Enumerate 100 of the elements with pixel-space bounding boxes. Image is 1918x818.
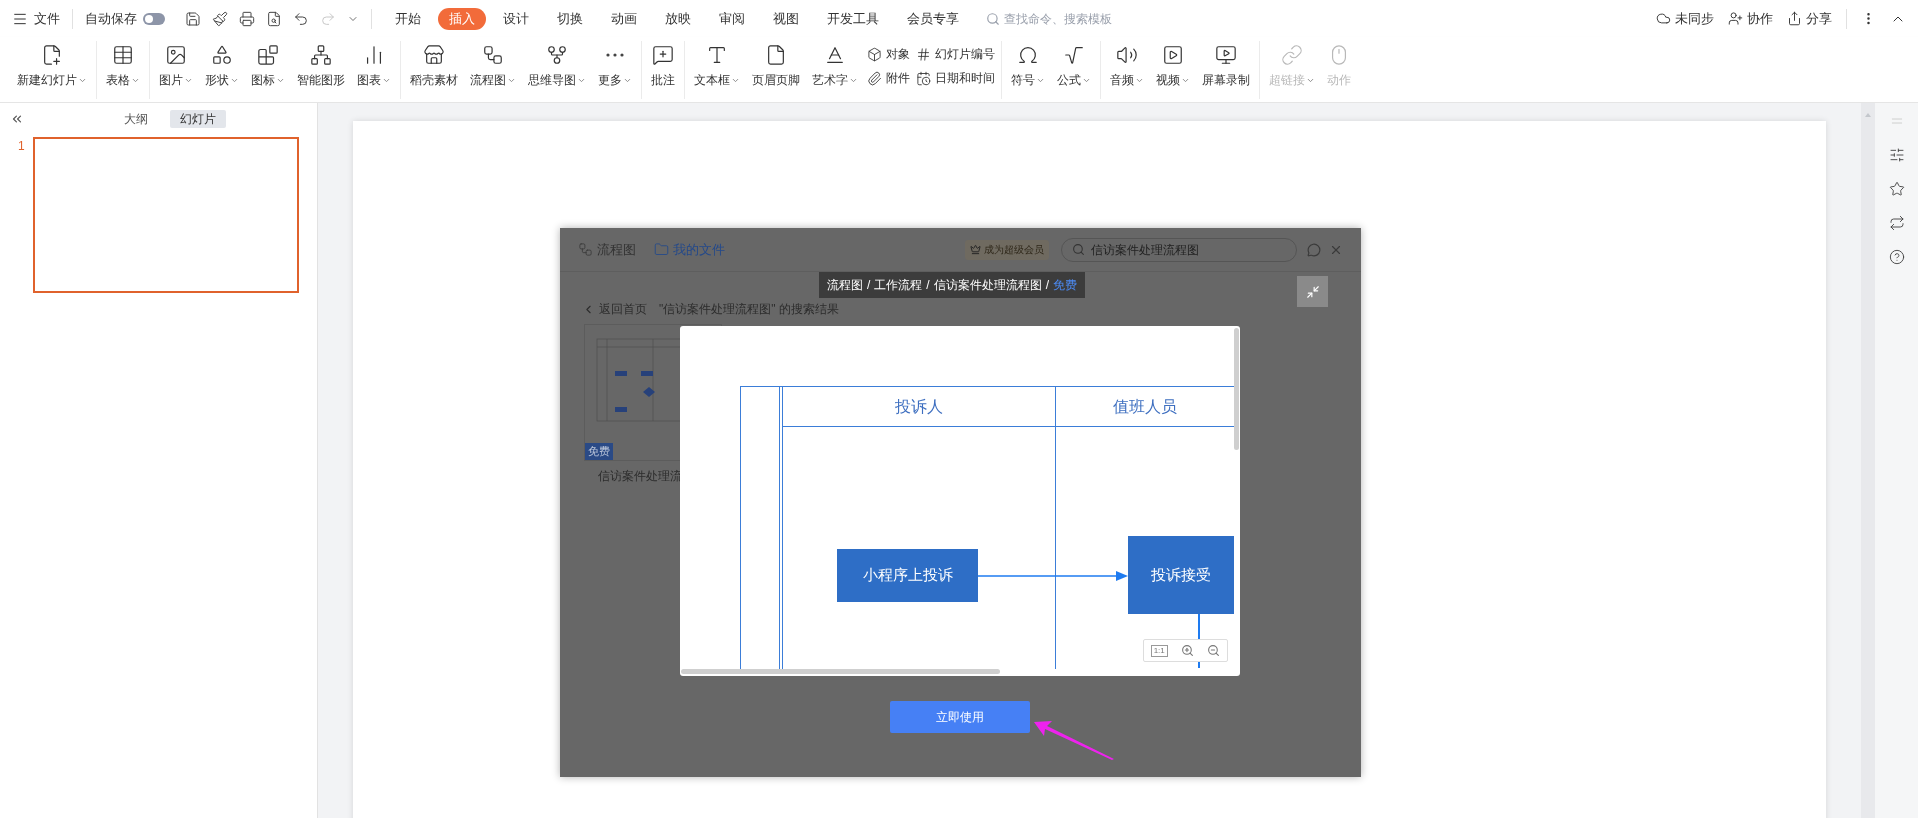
ribbon-button[interactable]: 图片 bbox=[154, 41, 198, 89]
zoom-out-icon[interactable] bbox=[1207, 644, 1221, 657]
process-node: 投诉接受 bbox=[1128, 536, 1234, 614]
breadcrumb-separator: / bbox=[1045, 277, 1050, 294]
autosave-toggle[interactable] bbox=[143, 12, 165, 25]
ribbon-tab[interactable]: 开发工具 bbox=[816, 7, 890, 30]
ribbon-button[interactable]: 思维导图 bbox=[523, 41, 591, 89]
file-menu[interactable]: 文件 bbox=[12, 8, 60, 29]
collapse-pane-icon[interactable] bbox=[10, 112, 24, 126]
paperclip-icon bbox=[867, 70, 882, 86]
speaker-icon bbox=[1116, 44, 1138, 66]
ribbon-button[interactable]: 符号 bbox=[1006, 41, 1050, 89]
ribbon-button[interactable]: 智能图形 bbox=[292, 41, 350, 89]
lane-title: 值班人员 bbox=[1112, 397, 1178, 417]
page-icon bbox=[765, 44, 787, 66]
scrollbar-track[interactable] bbox=[1861, 103, 1875, 818]
link-icon bbox=[1281, 44, 1303, 66]
flowchart-icon bbox=[482, 44, 504, 66]
ribbon-button[interactable]: 新建幻灯片 bbox=[12, 41, 92, 89]
help-icon[interactable] bbox=[1888, 249, 1905, 265]
ribbon-small-button[interactable]: 附件 bbox=[867, 69, 910, 87]
flowchart-icon bbox=[578, 242, 593, 257]
cloud-icon bbox=[1656, 11, 1671, 26]
ribbon-button[interactable]: 流程图 bbox=[465, 41, 521, 89]
ribbon-button[interactable]: 更多 bbox=[593, 41, 637, 89]
ribbon-tab[interactable]: 放映 bbox=[654, 7, 702, 30]
ribbon-button[interactable]: 屏幕录制 bbox=[1197, 41, 1255, 89]
use-now-button[interactable]: 立即使用 bbox=[890, 701, 1030, 733]
more-icon bbox=[606, 53, 624, 57]
text-icon bbox=[706, 44, 728, 66]
ribbon-button[interactable]: 稻壳素材 bbox=[405, 41, 463, 89]
breadcrumb-item[interactable]: 流程图 bbox=[827, 276, 863, 294]
ribbon-small-button[interactable]: 日期和时间 bbox=[916, 69, 995, 87]
image-icon bbox=[165, 44, 187, 66]
ribbon-button[interactable]: 图表 bbox=[352, 41, 396, 89]
search-icon bbox=[1072, 243, 1085, 256]
search-icon bbox=[986, 11, 1000, 26]
table-icon bbox=[112, 44, 134, 66]
slide-thumbnail[interactable] bbox=[32, 137, 299, 293]
free-tag: 免费 bbox=[585, 443, 613, 460]
save-icon[interactable] bbox=[185, 10, 201, 27]
paintbrush-icon[interactable] bbox=[212, 10, 228, 27]
price-label: 免费 bbox=[1053, 277, 1078, 294]
header-action[interactable]: 分享 bbox=[1787, 8, 1832, 29]
hash-icon bbox=[916, 46, 931, 62]
ribbon-small-button[interactable]: 对象 bbox=[867, 45, 910, 63]
print-icon[interactable] bbox=[239, 10, 255, 27]
breadcrumb-separator: / bbox=[867, 277, 871, 294]
minimize-icon bbox=[1305, 284, 1320, 299]
cube-icon bbox=[867, 46, 882, 62]
exit-fullscreen-button[interactable] bbox=[1297, 276, 1328, 307]
ribbon-tab[interactable]: 动画 bbox=[600, 7, 648, 30]
pane-tab[interactable]: 大纲 bbox=[114, 110, 158, 128]
ribbon-button[interactable]: 视频 bbox=[1151, 41, 1195, 89]
settings-icon[interactable] bbox=[1888, 147, 1905, 163]
switch-icon[interactable] bbox=[1888, 215, 1905, 231]
ribbon-button[interactable]: 页眉页脚 bbox=[747, 41, 805, 89]
branch-icon bbox=[546, 44, 568, 66]
ribbon-button[interactable]: 表格 bbox=[101, 41, 145, 89]
breadcrumb-item[interactable]: 信访案件处理流程图 bbox=[933, 276, 1042, 294]
ribbon-tab[interactable]: 开始 bbox=[384, 7, 432, 30]
ribbon-button[interactable]: 艺术字 bbox=[807, 41, 863, 89]
slide-number: 1 bbox=[18, 138, 25, 155]
ribbon-tab[interactable]: 会员专享 bbox=[896, 7, 970, 30]
ribbon-button[interactable]: 批注 bbox=[646, 41, 680, 89]
pane-tab[interactable]: 幻灯片 bbox=[170, 110, 226, 128]
lane-title: 投诉人 bbox=[894, 397, 944, 417]
calendar-clock-icon bbox=[916, 70, 931, 86]
vertical-scrollbar[interactable] bbox=[1234, 328, 1239, 450]
chat-icon[interactable] bbox=[1307, 242, 1321, 257]
user-plus-icon bbox=[1728, 11, 1743, 26]
ribbon-button[interactable]: 公式 bbox=[1052, 41, 1096, 89]
ribbon-tab[interactable]: 切换 bbox=[546, 7, 594, 30]
actual-size-button[interactable]: 1:1 bbox=[1150, 644, 1168, 657]
ribbon-tab[interactable]: 设计 bbox=[492, 7, 540, 30]
ribbon-button[interactable]: 形状 bbox=[200, 41, 244, 89]
omega-icon bbox=[1017, 44, 1039, 66]
undo-icon[interactable] bbox=[293, 10, 309, 27]
network-icon bbox=[310, 44, 332, 66]
ribbon-tab[interactable]: 审阅 bbox=[708, 7, 756, 30]
ribbon-small-button[interactable]: 幻灯片编号 bbox=[916, 45, 995, 63]
text-baseline-icon bbox=[824, 44, 846, 66]
star-icon[interactable] bbox=[1888, 181, 1905, 197]
ribbon-button[interactable]: 文本框 bbox=[689, 41, 745, 89]
shapes-icon bbox=[211, 44, 233, 66]
monitor-icon bbox=[1215, 44, 1237, 66]
play-icon bbox=[1162, 44, 1184, 66]
zoom-in-icon[interactable] bbox=[1181, 644, 1195, 657]
blocks-icon bbox=[257, 44, 279, 66]
print-preview-icon[interactable] bbox=[266, 10, 282, 27]
comment-plus-icon bbox=[652, 44, 674, 66]
folder-icon bbox=[654, 242, 669, 257]
ribbon-button[interactable]: 音频 bbox=[1105, 41, 1149, 89]
breadcrumb-item[interactable]: 工作流程 bbox=[874, 276, 923, 294]
horizontal-scrollbar[interactable] bbox=[681, 669, 1000, 674]
header-action[interactable]: 协作 bbox=[1728, 8, 1773, 29]
autosave-label: 自动保存 bbox=[85, 9, 137, 28]
ribbon-tab[interactable]: 视图 bbox=[762, 7, 810, 30]
header-action[interactable]: 未同步 bbox=[1656, 8, 1714, 29]
ribbon-button[interactable]: 图标 bbox=[246, 41, 290, 89]
